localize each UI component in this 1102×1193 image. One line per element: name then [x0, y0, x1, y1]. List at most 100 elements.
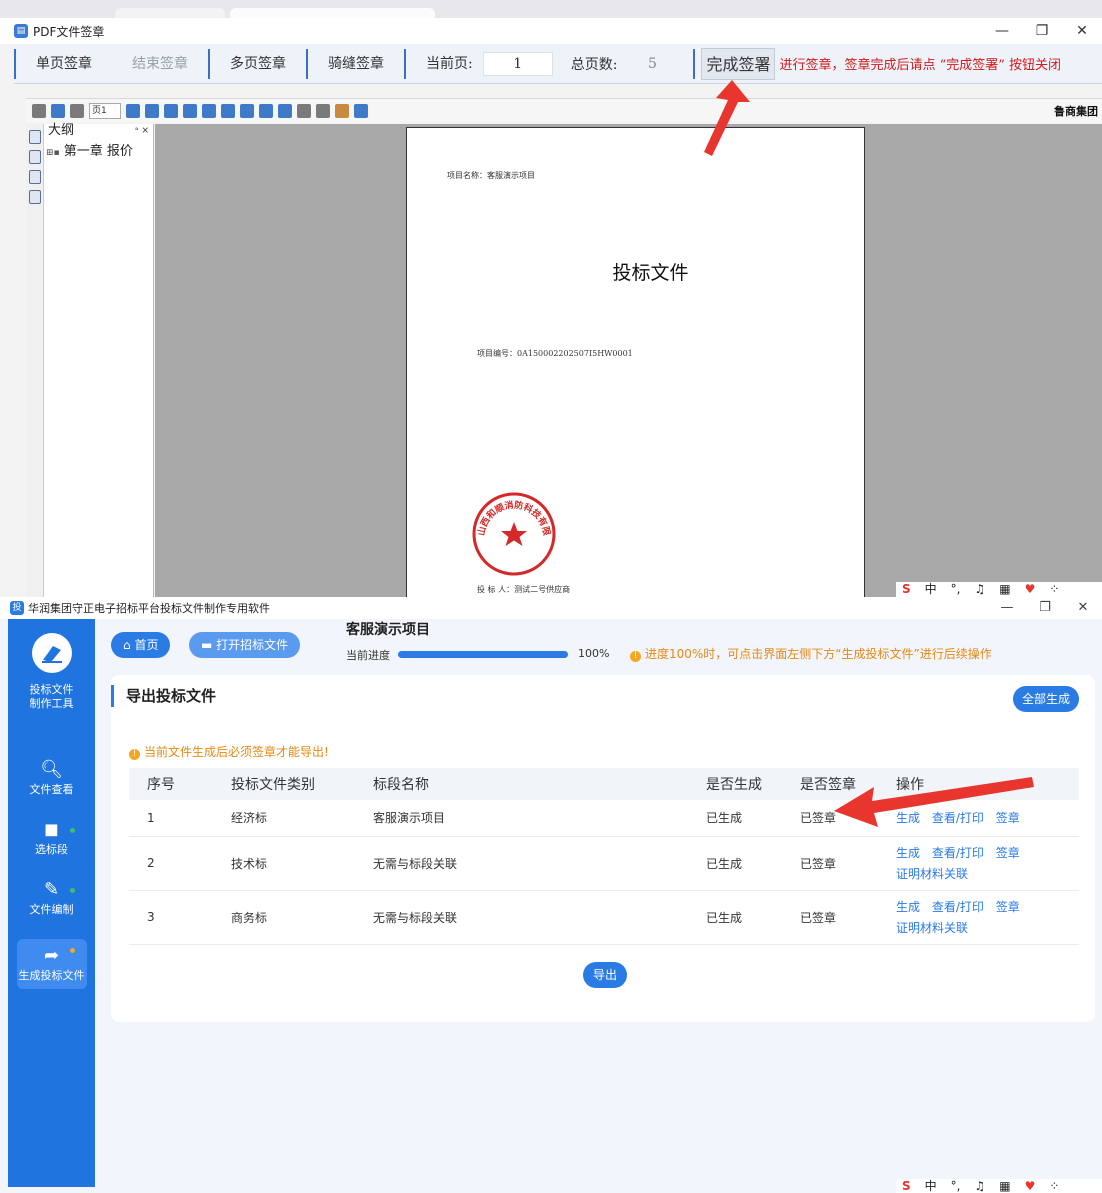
sidebar-item-label: 文件编制: [29, 903, 74, 916]
ime-logo-icon[interactable]: S: [902, 582, 911, 597]
hand-tool-icon[interactable]: [335, 103, 349, 118]
project-title: 客服演示项目: [346, 622, 430, 638]
evidence-link[interactable]: 证明材料关联: [896, 919, 1070, 936]
fit-width-icon[interactable]: [259, 103, 273, 118]
rotate-icon[interactable]: [278, 103, 292, 118]
status-dot: [69, 888, 75, 893]
restore-button[interactable]: ❐: [1022, 18, 1062, 44]
ime-keyboard-icon[interactable]: ▦: [999, 582, 1010, 597]
ime-voice-icon[interactable]: ♫: [975, 582, 986, 597]
generate-link[interactable]: 生成: [896, 846, 920, 860]
generate-all-button[interactable]: 全部生成: [1012, 686, 1079, 712]
ime-lang[interactable]: 中: [925, 582, 937, 597]
thumbnails-icon[interactable]: [28, 150, 41, 164]
next-page-icon[interactable]: [126, 103, 140, 118]
ime-toolbar: S 中 °, ♫ ▦ ♥ ⁘: [896, 582, 1102, 597]
cell-signed: 已签章: [799, 890, 895, 945]
progress-label: 当前进度: [346, 649, 390, 662]
pen-icon: ✎: [43, 879, 60, 900]
outline-item[interactable]: ⊞▪ 第一章 报价: [44, 140, 153, 159]
cell-no: 3: [129, 890, 230, 945]
seam-sign-button[interactable]: 骑缝签章: [306, 48, 404, 79]
view-print-link[interactable]: 查看/打印: [932, 846, 984, 860]
minimize-button[interactable]: —: [982, 18, 1022, 44]
cell-ops: 生成 查看/打印 签章 证明材料关联: [895, 836, 1079, 891]
actual-size-icon[interactable]: [221, 103, 235, 118]
progress-percent: 100%: [578, 647, 610, 660]
back-icon[interactable]: [70, 103, 84, 118]
card-title: 导出投标文件: [111, 685, 216, 707]
red-arrow-annotation: [704, 80, 750, 156]
ime-toolbar: S 中 °, ♫ ▦ ♥ ⁘: [896, 1179, 1102, 1193]
sidebar-item-generate-bid[interactable]: ➦ 生成投标文件: [16, 939, 87, 989]
ime-punct[interactable]: °,: [951, 1179, 961, 1193]
generate-link[interactable]: 生成: [896, 900, 920, 914]
close-button[interactable]: ✕: [1064, 597, 1102, 619]
sidebar-item-file-edit[interactable]: ✎ 文件编制: [17, 879, 87, 917]
bid-titlebar: 投 华润集团守正电子招标平台投标文件制作专用软件 — ❐ ✕: [0, 597, 1102, 619]
complete-sign-button[interactable]: 完成签署: [701, 47, 776, 80]
attachments-icon[interactable]: [28, 170, 41, 184]
view-print-link[interactable]: 查看/打印: [932, 900, 984, 914]
ime-tools-icon[interactable]: ⁘: [1049, 1179, 1059, 1193]
print-icon[interactable]: [32, 103, 46, 118]
single-page-view-icon[interactable]: [164, 103, 178, 118]
zoom-in-icon[interactable]: [183, 103, 197, 118]
outline-pin-close-icon[interactable]: ᵃ ×: [135, 124, 149, 138]
find-icon[interactable]: [51, 103, 65, 118]
ime-punct[interactable]: °,: [951, 582, 961, 597]
sign-link[interactable]: 签章: [996, 900, 1020, 914]
ime-lang[interactable]: 中: [925, 1179, 937, 1193]
ime-tools-icon[interactable]: ⁘: [1049, 582, 1059, 597]
end-sign-button[interactable]: 结束签章: [112, 49, 208, 79]
close-button[interactable]: ✕: [1062, 18, 1102, 44]
bid-app-icon: 投: [10, 601, 24, 615]
ime-skin-icon[interactable]: ♥: [1025, 1179, 1036, 1193]
cube-icon: ◼︎: [44, 819, 59, 840]
minimize-button[interactable]: —: [988, 597, 1026, 619]
signer-icon[interactable]: [28, 190, 41, 204]
sign-toolbar: 单页签章 结束签章 多页签章 骑缝签章 当前页: 1 总页数: 5 完成签署 进…: [14, 44, 1102, 84]
ime-voice-icon[interactable]: ♫: [975, 1179, 986, 1193]
restore-button[interactable]: ❐: [1026, 597, 1064, 619]
export-button[interactable]: 导出: [583, 962, 628, 988]
ime-logo-icon[interactable]: S: [902, 1179, 911, 1193]
outline-header-label: 大纲: [48, 123, 75, 138]
sidebar: 投标文件 制作工具 🔍︎ 文件查看 ◼︎ 选标段 ✎ 文件编制 ➦ 生成投标文件: [8, 619, 95, 1187]
table-row: 3 商务标 无需与标段关联 已生成 已签章 生成 查看/打印 签章 证明材料关联: [129, 890, 1079, 945]
ime-skin-icon[interactable]: ♥: [1025, 582, 1036, 597]
brush-icon[interactable]: [316, 103, 330, 118]
home-button[interactable]: ⌂ 首页: [111, 632, 171, 658]
left-tool-rail: [26, 124, 44, 597]
browser-tab-active[interactable]: [230, 8, 435, 18]
eraser-icon[interactable]: [297, 103, 311, 118]
zoom-out-icon[interactable]: [202, 103, 216, 118]
seal-star: [501, 522, 527, 546]
single-page-sign-button[interactable]: 单页签章: [14, 48, 112, 79]
sidebar-item-label: 文件查看: [29, 783, 74, 796]
sign-link[interactable]: 签章: [996, 846, 1020, 860]
multi-page-sign-button[interactable]: 多页签章: [208, 48, 306, 79]
total-pages-label: 总页数:: [570, 56, 618, 73]
red-arrow-annotation: [834, 777, 1034, 827]
open-tender-file-button[interactable]: ▬ 打开招标文件: [189, 632, 301, 658]
ime-keyboard-icon[interactable]: ▦: [999, 1179, 1010, 1193]
page-select[interactable]: 页1: [89, 102, 121, 119]
bookmark-icon[interactable]: [28, 130, 41, 144]
sidebar-item-file-view[interactable]: 🔍︎ 文件查看: [17, 759, 87, 797]
fit-page-icon[interactable]: [240, 103, 254, 118]
sidebar-item-select-section[interactable]: ◼︎ 选标段: [17, 819, 87, 857]
pdf-app-icon: ▤: [14, 24, 28, 38]
cell-section: 无需与标段关联: [372, 836, 705, 891]
col-header-section: 标段名称: [373, 777, 429, 793]
evidence-link[interactable]: 证明材料关联: [896, 865, 1070, 882]
cell-ops: 生成 查看/打印 签章 证明材料关联: [895, 890, 1079, 945]
card-warning: ! 当前文件生成后必须签章才能导出!: [129, 743, 329, 760]
text-select-icon[interactable]: [354, 103, 368, 118]
expand-icon[interactable]: ⊞▪: [46, 148, 60, 158]
cell-generated: 已生成: [705, 800, 799, 837]
thumbnail-icon[interactable]: [145, 103, 159, 118]
current-page-input[interactable]: 1: [482, 51, 553, 76]
search-doc-icon: 🔍︎: [40, 759, 63, 780]
browser-tab[interactable]: [115, 8, 225, 18]
